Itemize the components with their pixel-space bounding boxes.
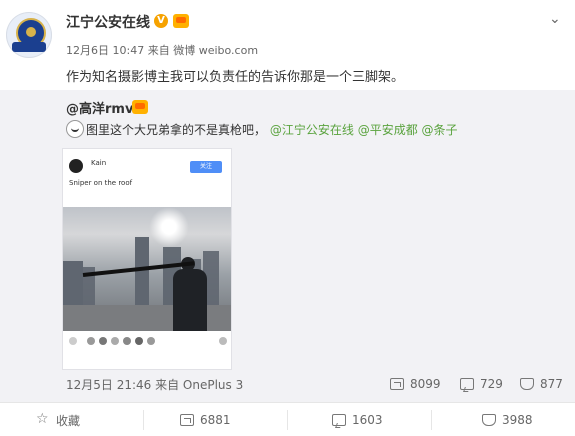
- like-button[interactable]: 3988: [482, 404, 533, 436]
- post-source-prefix: 来自: [147, 44, 170, 57]
- repost-comment-stat[interactable]: 729: [460, 376, 503, 392]
- member-crown-icon: [173, 14, 189, 28]
- avatar-ribbon: [12, 42, 46, 52]
- divider: [0, 402, 575, 403]
- repost-text-prefix: 图里这个大兄弟拿的不是真枪吧，: [86, 123, 267, 137]
- member-crown-icon: [132, 100, 148, 114]
- favorite-button[interactable]: 收藏: [36, 404, 80, 436]
- forward-icon: [180, 414, 194, 426]
- photo: [63, 207, 231, 331]
- divider: [143, 410, 144, 430]
- forward-button[interactable]: 6881: [180, 404, 231, 436]
- post-text: 作为知名摄影博主我可以负责任的告诉你那是一个三脚架。: [66, 70, 405, 85]
- comment-icon: [460, 378, 474, 390]
- repost-text: 图里这个大兄弟拿的不是真枪吧， @江宁公安在线 @平安成都 @条子: [86, 121, 458, 138]
- divider: [431, 410, 432, 430]
- follow-button: 关注: [190, 161, 222, 173]
- embedded-caption: Sniper on the roof: [69, 179, 133, 187]
- embedded-actions: [69, 335, 227, 347]
- forward-count: 6881: [200, 413, 231, 427]
- repost-forward-stat[interactable]: 8099: [390, 376, 441, 392]
- verified-v-icon: V: [154, 14, 168, 28]
- post-source[interactable]: 微博 weibo.com: [173, 44, 258, 57]
- avatar: [69, 159, 83, 173]
- repost-meta[interactable]: 12月5日 21:46 来自 OnePlus 3: [66, 376, 243, 393]
- comment-button[interactable]: 1603: [332, 404, 383, 436]
- repost-like-count: 877: [540, 377, 563, 391]
- embedded-username: Kain: [91, 159, 107, 167]
- repost-forward-count: 8099: [410, 377, 441, 391]
- chevron-down-icon[interactable]: ⌄: [549, 11, 561, 27]
- like-icon: [482, 414, 496, 426]
- embedded-screenshot[interactable]: Kain 关注 Sniper on the roof: [62, 148, 232, 370]
- mention-link[interactable]: @平安成都: [358, 123, 418, 137]
- like-count: 3988: [502, 413, 533, 427]
- like-icon: [520, 378, 534, 390]
- avatar[interactable]: [6, 12, 52, 58]
- comment-count: 1603: [352, 413, 383, 427]
- comment-icon: [332, 414, 346, 426]
- emoji-icon: [66, 120, 84, 138]
- repost-like-stat[interactable]: 877: [520, 376, 563, 392]
- post-meta: 12月6日 10:47 来自 微博 weibo.com: [66, 42, 258, 58]
- post-timestamp[interactable]: 12月6日 10:47: [66, 44, 144, 57]
- sun-icon: [149, 207, 189, 247]
- forward-icon: [390, 378, 404, 390]
- divider: [287, 410, 288, 430]
- repost-comment-count: 729: [480, 377, 503, 391]
- star-icon: [36, 411, 50, 427]
- post-author[interactable]: 江宁公安在线: [66, 12, 150, 32]
- mention-link[interactable]: @条子: [422, 123, 458, 137]
- mention-link[interactable]: @江宁公安在线: [270, 123, 354, 137]
- favorite-label: 收藏: [56, 413, 81, 428]
